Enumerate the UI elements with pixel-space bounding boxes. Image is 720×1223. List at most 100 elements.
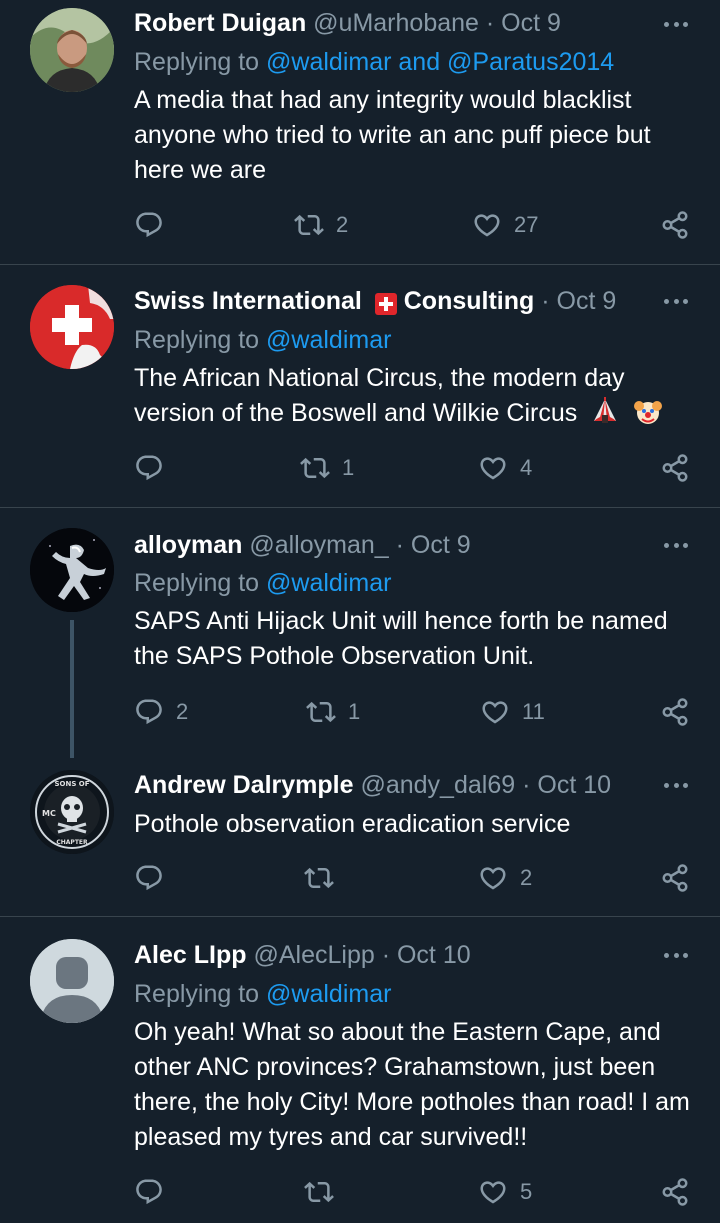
more-options-icon[interactable] xyxy=(664,943,688,967)
reply-count: 2 xyxy=(176,699,189,724)
like-icon xyxy=(478,453,508,483)
share-button[interactable] xyxy=(660,695,690,729)
like-count: 5 xyxy=(520,1179,533,1204)
swiss-flag-emoji-icon xyxy=(374,290,397,318)
tweet-text-block: The African National Circus, the modern … xyxy=(134,361,696,437)
tweet-header: Swiss International Consulting · Oct 9 xyxy=(134,284,660,318)
user-handle[interactable]: @alloyman_ xyxy=(249,531,388,559)
tweet-date[interactable]: Oct 9 xyxy=(501,9,561,37)
more-options-icon[interactable] xyxy=(664,773,688,797)
retweet-button[interactable]: 1 xyxy=(300,451,354,485)
tweet-actions: 2 1 11 xyxy=(134,695,700,729)
tweet[interactable]: Swiss International Consulting · Oct 9 R… xyxy=(0,265,720,507)
tweet-text: Oh yeah! What so about the Eastern Cape,… xyxy=(134,1018,690,1151)
retweet-button[interactable] xyxy=(304,861,346,895)
circus-tent-emoji-icon xyxy=(590,397,620,437)
svg-text:CHAPTER: CHAPTER xyxy=(56,839,88,846)
replying-to: Replying to @waldimar xyxy=(134,566,690,600)
reply-icon xyxy=(134,697,164,727)
tweet-header: alloyman @alloyman_ · Oct 9 xyxy=(134,528,660,562)
tweet-date[interactable]: Oct 10 xyxy=(397,941,471,969)
tweet-actions: 5 xyxy=(134,1175,700,1209)
like-button[interactable]: 5 xyxy=(478,1175,532,1209)
retweet-icon xyxy=(294,210,324,240)
like-button[interactable]: 27 xyxy=(472,208,538,242)
replying-to-mentions[interactable]: @waldimar xyxy=(266,980,391,1008)
retweet-button[interactable] xyxy=(304,1175,346,1209)
replying-to: Replying to @waldimar and @Paratus2014 xyxy=(134,45,690,79)
more-options-icon[interactable] xyxy=(664,289,688,313)
retweet-button[interactable]: 2 xyxy=(294,208,348,242)
reply-icon xyxy=(134,210,164,240)
retweet-count: 2 xyxy=(336,212,349,237)
tweet-header: Robert Duigan @uMarhobane · Oct 9 xyxy=(134,6,660,40)
tweet-header: Andrew Dalrymple @andy_dal69 · Oct 10 xyxy=(134,768,660,802)
user-handle[interactable]: @AlecLipp xyxy=(253,941,374,969)
retweet-button[interactable]: 1 xyxy=(306,695,360,729)
tweet-text: The African National Circus, the modern … xyxy=(134,364,625,427)
display-name[interactable]: Andrew Dalrymple xyxy=(134,771,354,799)
share-icon xyxy=(660,453,690,483)
like-count: 2 xyxy=(520,865,533,890)
share-icon xyxy=(660,863,690,893)
like-button[interactable]: 11 xyxy=(480,695,545,729)
user-handle[interactable]: @andy_dal69 xyxy=(360,771,515,799)
more-options-icon[interactable] xyxy=(664,12,688,36)
display-name[interactable]: alloyman xyxy=(134,531,242,559)
user-handle[interactable]: @uMarhobane xyxy=(313,9,479,37)
reply-icon xyxy=(134,453,164,483)
tweet-actions: 1 4 xyxy=(134,451,700,485)
display-name[interactable]: Alec LIpp xyxy=(134,941,247,969)
display-name[interactable]: Robert Duigan xyxy=(134,9,306,37)
tweet[interactable]: Robert Duigan @uMarhobane · Oct 9 Replyi… xyxy=(0,0,720,264)
avatar[interactable] xyxy=(30,528,114,612)
tweet-date[interactable]: Oct 9 xyxy=(557,287,617,315)
share-button[interactable] xyxy=(660,208,690,242)
swiss-cross-avatar-icon xyxy=(30,285,114,369)
separator-dot: · xyxy=(395,531,404,559)
replying-to-mentions[interactable]: @waldimar xyxy=(266,569,391,597)
thread-connector-line xyxy=(70,620,74,758)
like-count: 11 xyxy=(522,699,545,724)
display-name[interactable]: Swiss International xyxy=(134,287,362,315)
reply-button[interactable] xyxy=(134,1175,176,1209)
separator-dot: · xyxy=(381,941,391,969)
replying-to-mentions[interactable]: @waldimar xyxy=(266,326,391,354)
like-button[interactable]: 4 xyxy=(478,451,532,485)
tweet[interactable]: alloyman @alloyman_ · Oct 9 Replying to … xyxy=(0,508,720,758)
more-options-icon[interactable] xyxy=(664,533,688,557)
like-button[interactable]: 2 xyxy=(478,861,532,895)
share-button[interactable] xyxy=(660,1175,690,1209)
retweet-count: 1 xyxy=(342,455,355,480)
avatar[interactable] xyxy=(30,939,114,1023)
replying-to-label: Replying to xyxy=(134,980,260,1008)
retweet-icon xyxy=(304,863,334,893)
like-icon xyxy=(478,863,508,893)
replying-to-label: Replying to xyxy=(134,326,260,354)
tweet[interactable]: Alec LIpp @AlecLipp · Oct 10 Replying to… xyxy=(0,917,720,1223)
reply-button[interactable] xyxy=(134,861,176,895)
avatar[interactable] xyxy=(30,8,114,92)
retweet-icon xyxy=(300,453,330,483)
avatar[interactable] xyxy=(30,285,114,369)
replying-to-mentions[interactable]: @waldimar and @Paratus2014 xyxy=(266,48,614,76)
skull-badge-avatar-icon: SONS OF MC CHAPTER xyxy=(30,770,114,854)
share-icon xyxy=(660,210,690,240)
display-name-suffix[interactable]: Consulting xyxy=(404,287,535,315)
tweet-date[interactable]: Oct 10 xyxy=(537,771,611,799)
avatar[interactable]: SONS OF MC CHAPTER xyxy=(30,770,114,854)
reply-button[interactable]: 2 xyxy=(134,695,188,729)
replying-to: Replying to @waldimar xyxy=(134,977,690,1011)
share-button[interactable] xyxy=(660,451,690,485)
separator-dot: · xyxy=(541,287,550,315)
reply-button[interactable] xyxy=(134,451,176,485)
tweet-date[interactable]: Oct 9 xyxy=(411,531,471,559)
tweet[interactable]: SONS OF MC CHAPTER Andrew Dalrymple @and… xyxy=(0,750,720,916)
share-button[interactable] xyxy=(660,861,690,895)
tweet-actions: 2 xyxy=(134,861,700,895)
reply-button[interactable] xyxy=(134,208,176,242)
reply-icon xyxy=(134,863,164,893)
silver-figure-avatar-icon xyxy=(30,528,114,612)
like-icon xyxy=(478,1177,508,1207)
reply-icon xyxy=(134,1177,164,1207)
